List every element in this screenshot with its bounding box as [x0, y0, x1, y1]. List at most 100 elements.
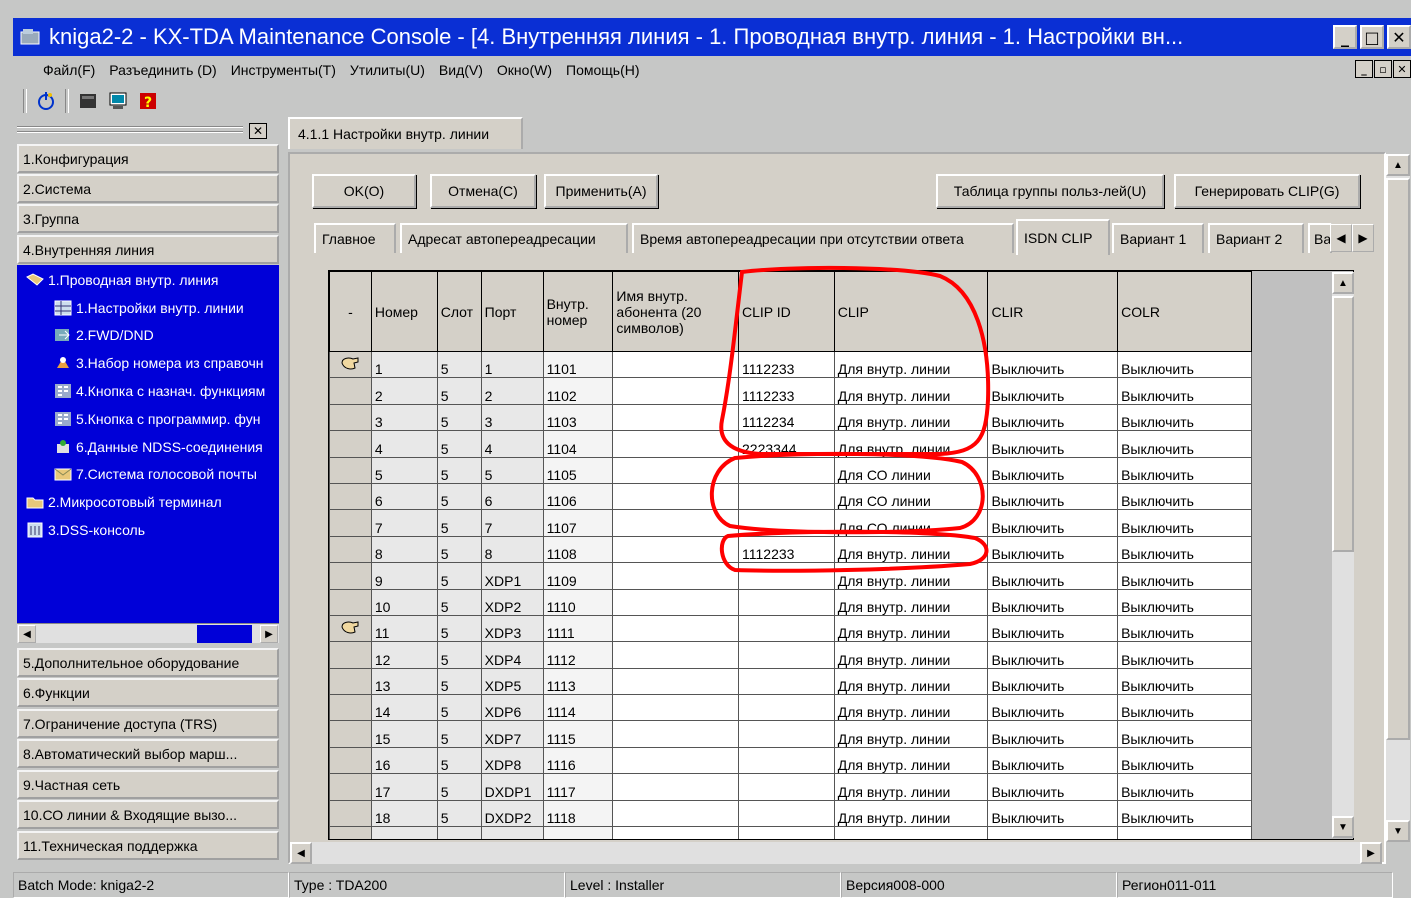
cell-clip-id[interactable] — [738, 694, 835, 722]
cell-clip[interactable]: Для внутр. линии — [833, 535, 989, 564]
cell-clip[interactable]: Для внутр. линии — [833, 799, 989, 828]
cell-extension-number[interactable]: 1115 — [542, 720, 614, 748]
cell-slot[interactable]: 5 — [436, 773, 482, 801]
cell-clir[interactable]: Выключить — [987, 535, 1119, 564]
menu-disconnect[interactable]: Разъединить (D) — [109, 62, 216, 78]
panel-close-button[interactable]: ✕ — [249, 123, 267, 139]
cell-clip-id[interactable]: 1112234 — [738, 403, 835, 432]
cell-number[interactable]: 3 — [370, 403, 438, 432]
cell-clip[interactable]: Для внутр. линии — [833, 614, 989, 643]
nav-co-lines[interactable]: 10.СО линии & Входящие вызо... — [17, 800, 279, 829]
cell-clir[interactable]: Выключить — [987, 826, 1119, 839]
tree-node-extension-settings[interactable]: 1.Настройки внутр. линии — [53, 297, 244, 319]
row-marker-cell[interactable] — [329, 826, 372, 839]
cell-port[interactable]: 8 — [480, 535, 544, 564]
cell-extension-name[interactable] — [612, 403, 740, 432]
cell-clir[interactable]: Выключить — [987, 456, 1119, 484]
cell-clir[interactable]: Выключить — [987, 403, 1119, 432]
ok-button[interactable]: OK(O) — [312, 174, 416, 208]
cell-extension-number[interactable]: 1119 — [542, 826, 614, 839]
cell-colr[interactable]: Выключить — [1117, 667, 1252, 696]
cell-clip[interactable]: Для внутр. линии — [833, 773, 989, 801]
tree-node-fwd-dnd[interactable]: 2.FWD/DND — [53, 324, 154, 346]
cell-clir[interactable]: Выключить — [987, 509, 1119, 537]
tab-no-answer-time[interactable]: Время автопереадресации при отсутствии о… — [632, 223, 1014, 253]
panel-grip[interactable]: ✕ — [13, 121, 273, 141]
cell-port[interactable]: 1 — [480, 350, 544, 379]
tree-horizontal-scrollbar[interactable]: ◀ ▶ — [17, 623, 279, 643]
cell-slot[interactable]: 5 — [436, 667, 482, 696]
tree-node-flexible-buttons[interactable]: 4.Кнопка с назнач. функциям — [53, 380, 265, 402]
apply-button[interactable]: Применить(A) — [544, 174, 658, 208]
document-tab[interactable]: 4.1.1 Настройки внутр. линии — [288, 117, 523, 149]
cell-extension-name[interactable] — [612, 482, 740, 511]
nav-extension[interactable]: 4.Внутренняя линия — [17, 235, 279, 264]
cell-extension-number[interactable]: 1101 — [542, 350, 614, 379]
menu-tools[interactable]: Инструменты(T) — [231, 62, 336, 78]
table-row[interactable]: 15 5 XDP7 1115 Для внутр. линии Выключить Выкл… — [329, 720, 1353, 748]
cell-colr[interactable]: Выключить — [1117, 694, 1252, 722]
cell-number[interactable]: 14 — [370, 694, 438, 722]
tree-node-dss-console[interactable]: 3.DSS-консоль — [25, 519, 145, 541]
cell-clip-id[interactable] — [738, 482, 835, 511]
table-row[interactable]: 18 5 DXDP2 1118 Для внутр. линии Выключить Вык… — [329, 799, 1353, 828]
cell-colr[interactable]: Выключить — [1117, 641, 1252, 669]
cell-extension-number[interactable]: 1117 — [542, 773, 614, 801]
cell-number[interactable]: 2 — [370, 377, 438, 405]
cell-extension-name[interactable] — [612, 509, 740, 537]
menu-help[interactable]: Помощь(H) — [566, 62, 640, 78]
cell-number[interactable]: 7 — [370, 509, 438, 537]
row-marker-cell[interactable] — [329, 773, 372, 801]
cell-number[interactable]: 9 — [370, 562, 438, 590]
table-row[interactable]: 9 5 XDP1 1109 Для внутр. линии Выключить Выклю… — [329, 562, 1353, 590]
row-marker-cell[interactable] — [329, 667, 372, 696]
cell-slot[interactable]: 5 — [436, 720, 482, 748]
cell-port[interactable]: XDP5 — [480, 667, 544, 696]
cell-colr[interactable]: Выключить — [1117, 614, 1252, 643]
scroll-up-icon[interactable]: ▲ — [1332, 272, 1354, 294]
cell-extension-number[interactable]: 1105 — [542, 456, 614, 484]
minimize-button[interactable]: _ — [1333, 25, 1357, 49]
cancel-button[interactable]: Отмена(C) — [430, 174, 536, 208]
cell-colr[interactable]: Выключить — [1117, 588, 1252, 616]
terminal-icon[interactable] — [106, 89, 130, 113]
table-row[interactable]: 5 5 5 1105 Для СО линии Выключить Выключить — [329, 456, 1353, 484]
cell-clip-id[interactable] — [738, 641, 835, 669]
cell-clip-id[interactable] — [738, 614, 835, 643]
row-marker-cell[interactable] — [329, 482, 372, 511]
user-group-table-button[interactable]: Таблица группы польз-лей(U) — [936, 174, 1164, 208]
cell-port[interactable]: XDP3 — [480, 614, 544, 643]
cell-clip-id[interactable]: 1112233 — [738, 377, 835, 405]
table-row[interactable]: 11 5 XDP3 1111 Для внутр. линии Выключить Выкл… — [329, 614, 1353, 643]
column-header-extension-number[interactable]: Внутр. номер — [542, 271, 614, 352]
table-row[interactable]: 12 5 XDP4 1112 Для внутр. линии Выключить Выкл… — [329, 641, 1353, 669]
cell-slot[interactable]: 5 — [436, 350, 482, 379]
cell-extension-name[interactable] — [612, 826, 740, 839]
cell-extension-name[interactable] — [612, 641, 740, 669]
tree-node-voicemail[interactable]: 7.Система голосовой почты — [53, 463, 257, 485]
table-row[interactable]: 3 5 3 1103 1112234 Для внутр. линии Выключить В… — [329, 403, 1353, 432]
scroll-up-icon[interactable]: ▲ — [1386, 154, 1410, 176]
cell-number[interactable]: 4 — [370, 430, 438, 458]
cell-extension-number[interactable]: 1110 — [542, 588, 614, 616]
menu-view[interactable]: Вид(V) — [439, 62, 483, 78]
cell-slot[interactable]: 5 — [436, 482, 482, 511]
cell-clip[interactable]: Для внутр. линии — [833, 720, 989, 748]
column-header-marker[interactable]: - — [329, 271, 372, 352]
cell-extension-name[interactable] — [612, 456, 740, 484]
column-header-colr[interactable]: COLR — [1117, 271, 1252, 352]
cell-colr[interactable]: Выключить — [1117, 746, 1252, 775]
cell-extension-number[interactable]: 1113 — [542, 667, 614, 696]
cell-extension-number[interactable]: 1118 — [542, 799, 614, 828]
nav-private-network[interactable]: 9.Частная сеть — [17, 770, 279, 799]
cell-clip[interactable]: Для внутр. линии — [833, 746, 989, 775]
cell-extension-number[interactable]: 1111 — [542, 614, 614, 643]
scroll-thumb[interactable] — [1332, 296, 1354, 552]
cell-extension-name[interactable] — [612, 799, 740, 828]
cell-colr[interactable]: Выключить — [1117, 799, 1252, 828]
table-row[interactable]: 13 5 XDP5 1113 Для внутр. линии Выключить Выкл… — [329, 667, 1353, 696]
cell-colr[interactable]: Выключить — [1117, 535, 1252, 564]
cell-number[interactable]: 13 — [370, 667, 438, 696]
cell-clip-id[interactable] — [738, 826, 835, 839]
cell-clip-id[interactable] — [738, 456, 835, 484]
